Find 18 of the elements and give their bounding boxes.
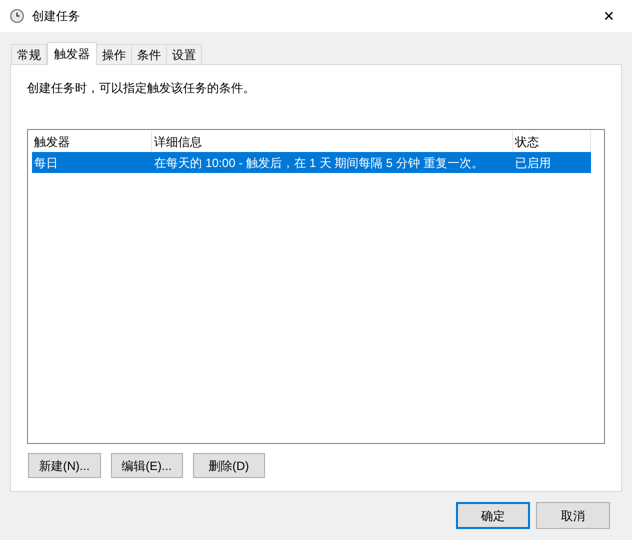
tab[interactable]: 常规	[11, 44, 47, 64]
list-button[interactable]: 新建(N)...	[28, 453, 101, 478]
description-text: 创建任务时，可以指定触发该任务的条件。	[27, 80, 256, 97]
tab[interactable]: 设置	[166, 44, 202, 64]
tab[interactable]: 触发器	[47, 42, 97, 65]
close-button[interactable]: ✕	[586, 0, 632, 32]
dialog-button[interactable]: 确定	[456, 502, 530, 529]
tab[interactable]: 操作	[96, 44, 132, 64]
table-row[interactable]: 每日 在每天的 10:00 - 触发后，在 1 天 期间每隔 5 分钟 重复一次。 已启用	[32, 152, 591, 173]
table-cell-text: 每日	[33, 154, 59, 172]
list-button[interactable]: 删除(D)	[192, 453, 265, 478]
table-cell-text: 在每天的 10:00 - 触发后，在 1 天 期间每隔 5 分钟 重复一次。	[153, 154, 484, 172]
dialog-button[interactable]: 取消	[536, 502, 610, 529]
list-button[interactable]: 编辑(E)...	[110, 453, 183, 478]
tab[interactable]: 条件	[131, 44, 167, 64]
clock-icon	[10, 9, 24, 23]
window-title: 创建任务	[32, 8, 80, 25]
table-cell-text: 已启用	[514, 154, 552, 172]
